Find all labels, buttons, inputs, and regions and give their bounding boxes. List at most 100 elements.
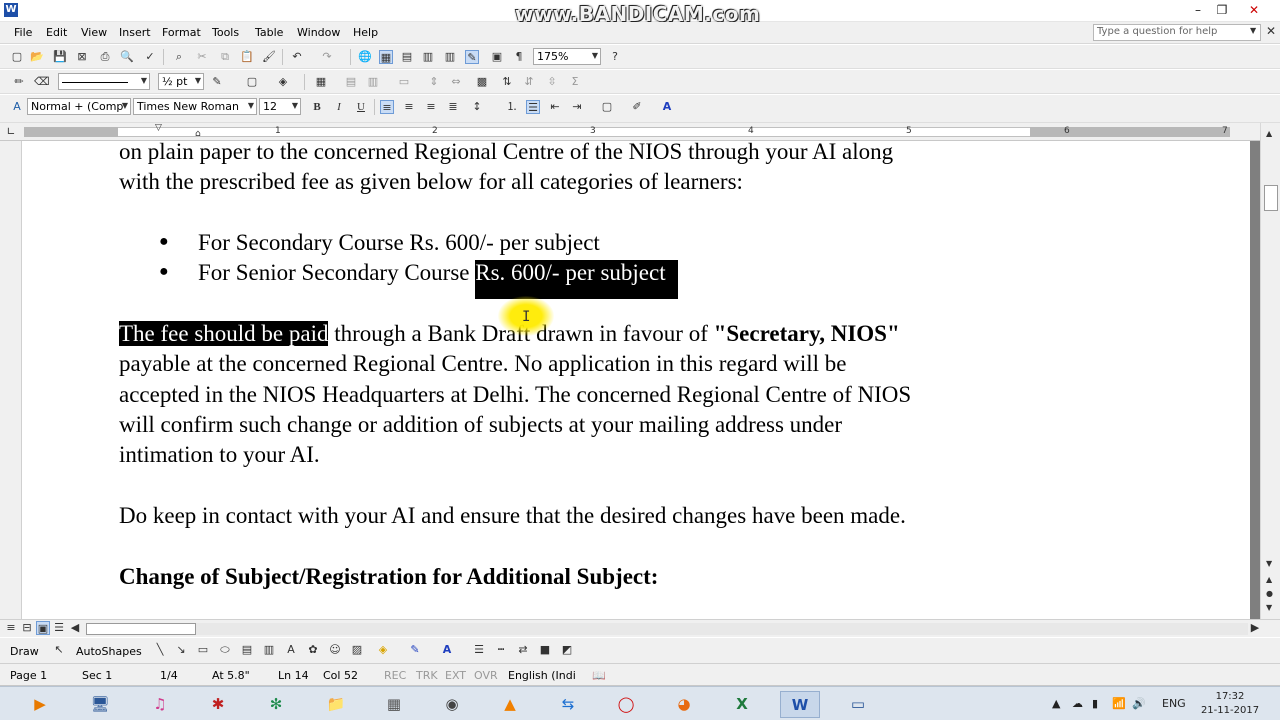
bold-icon[interactable]: B (310, 100, 324, 114)
tray-chevron-icon[interactable]: ▲ (1052, 697, 1060, 710)
line-style-select[interactable]: ▼ (58, 73, 150, 90)
justify-icon[interactable]: ≣ (446, 100, 460, 114)
computer-icon[interactable]: 🖥 (80, 691, 120, 718)
font-color-icon[interactable]: A (440, 643, 454, 657)
word-app-icon[interactable]: W (4, 3, 18, 17)
dash-style-icon[interactable]: ┅ (494, 643, 508, 657)
menu-table[interactable]: Table (255, 26, 283, 39)
picture-icon[interactable]: ▨ (350, 643, 364, 657)
battery-icon[interactable]: ▮ (1092, 697, 1098, 710)
clock[interactable]: 17:32 21-11-2017 (1200, 690, 1260, 718)
text-box-icon[interactable]: ▤ (240, 643, 254, 657)
scroll-right-icon[interactable]: ▶ (1248, 621, 1262, 635)
arrow-style-icon[interactable]: ⇄ (516, 643, 530, 657)
hanging-indent-icon[interactable]: ⌂ (195, 129, 201, 139)
status-rec[interactable]: REC (384, 669, 406, 682)
hyperlink-icon[interactable]: 🌐 (358, 50, 372, 64)
horizontal-scrollbar[interactable]: ≡ ⊟ ▣ ☰ ◀ ▶ (0, 619, 1280, 637)
change-text-direction-icon[interactable]: ⇅ (500, 75, 514, 89)
vertical-text-box-icon[interactable]: ▥ (262, 643, 276, 657)
media-icon[interactable]: ◉ (432, 691, 472, 718)
menu-window[interactable]: Window (297, 26, 340, 39)
restore-button[interactable]: ❐ (1208, 0, 1236, 20)
app-icon-green[interactable]: ✻ (256, 691, 296, 718)
save-icon[interactable]: 💾 (53, 50, 67, 64)
close-button[interactable]: ✕ (1240, 0, 1268, 20)
drawing-icon[interactable]: ✎ (465, 50, 479, 64)
help-dropdown-icon[interactable]: ▼ (1250, 26, 1256, 35)
scrollbar-thumb[interactable] (1264, 185, 1278, 211)
folder-icon[interactable]: 📁 (316, 691, 356, 718)
insert-table-dropdown-icon[interactable]: ▦ (314, 75, 328, 89)
excel-icon[interactable]: X (722, 691, 762, 718)
italic-icon[interactable]: I (332, 100, 346, 114)
menu-tools[interactable]: Tools (212, 26, 239, 39)
document-close-icon[interactable]: ✕ (1266, 24, 1276, 38)
firefox-icon[interactable]: ◕ (664, 691, 704, 718)
vertical-scrollbar[interactable]: ▲ ▼ ▲ ● ▼ (1260, 123, 1280, 619)
border-color-icon[interactable]: ✎ (210, 75, 224, 89)
menu-format[interactable]: Format (162, 26, 201, 39)
font-size-select[interactable]: 12 ▼ (259, 98, 301, 115)
menu-edit[interactable]: Edit (46, 26, 67, 39)
scrollbar-track[interactable] (86, 623, 1248, 635)
format-painter-icon[interactable]: 🖌 (262, 50, 276, 64)
spelling-icon[interactable]: ✓ (143, 50, 157, 64)
borders-icon[interactable]: ▢ (245, 75, 259, 89)
document-area[interactable]: on plain paper to the concerned Regional… (22, 141, 1260, 619)
table-autoformat-icon[interactable]: ▩ (475, 75, 489, 89)
styles-formatting-icon[interactable]: A (10, 100, 24, 114)
selected-text[interactable]: The fee should be paid (119, 321, 329, 346)
permission-icon[interactable]: ⊠ (75, 50, 89, 64)
underline-icon[interactable]: U (354, 100, 368, 114)
menu-insert[interactable]: Insert (119, 26, 151, 39)
align-center-icon[interactable]: ≡ (402, 100, 416, 114)
status-ext[interactable]: EXT (445, 669, 466, 682)
window-app-icon[interactable]: ▭ (838, 691, 878, 718)
print-preview-icon[interactable]: 🔍 (120, 50, 134, 64)
eraser-icon[interactable]: ⌫ (34, 75, 50, 89)
web-layout-icon[interactable]: ⊟ (20, 621, 34, 635)
arrow-icon[interactable]: ↘ (174, 643, 188, 657)
horizontal-ruler[interactable]: ∟ ▽ ⌂ 1 2 3 4 5 6 7 (0, 123, 1280, 141)
merge-cells-icon[interactable]: ▤ (344, 75, 358, 89)
tray-app-icon[interactable]: ☁ (1072, 697, 1083, 710)
tab-selector-icon[interactable]: ∟ (4, 125, 18, 139)
menu-help[interactable]: Help (353, 26, 378, 39)
help-icon[interactable]: ? (608, 50, 622, 64)
distribute-columns-icon[interactable]: ⇔ (449, 75, 463, 89)
highlight-icon[interactable]: ✐ (630, 100, 644, 114)
opera-icon[interactable]: ◯ (606, 691, 646, 718)
cut-icon[interactable]: ✂ (195, 50, 209, 64)
columns-icon[interactable]: ▥ (443, 50, 457, 64)
align-right-icon[interactable]: ≡ (424, 100, 438, 114)
paste-icon[interactable]: 📋 (240, 50, 254, 64)
next-page-icon[interactable]: ▼ (1266, 603, 1272, 612)
select-objects-icon[interactable]: ↖ (52, 643, 66, 657)
previous-page-icon[interactable]: ▲ (1266, 575, 1272, 584)
3d-style-icon[interactable]: ◩ (560, 643, 574, 657)
align-left-icon[interactable]: ≡ (380, 100, 394, 114)
align-icon[interactable]: ▭ (397, 75, 411, 89)
insert-table-icon[interactable]: ▤ (400, 50, 414, 64)
word-taskbar-icon[interactable]: W (780, 691, 820, 718)
outside-border-icon[interactable]: ▢ (600, 100, 614, 114)
autoshapes-button[interactable]: AutoShapes (76, 645, 142, 658)
teamviewer-icon[interactable]: ⇆ (548, 691, 588, 718)
scroll-left-icon[interactable]: ◀ (68, 621, 82, 635)
sort-icon[interactable]: ⇵ (522, 75, 536, 89)
vlc-icon[interactable]: ▲ (490, 691, 530, 718)
redo-icon[interactable]: ↷ (320, 50, 334, 64)
itunes-icon[interactable]: ♫ (140, 691, 180, 718)
sort-descending-icon[interactable]: ⇳ (545, 75, 559, 89)
language-indicator[interactable]: ENG (1162, 697, 1186, 710)
office-app-icon[interactable]: ▦ (374, 691, 414, 718)
print-layout-icon[interactable]: ▣ (36, 621, 50, 635)
rectangle-icon[interactable]: ▭ (196, 643, 210, 657)
new-document-icon[interactable]: ▢ (10, 50, 24, 64)
undo-icon[interactable]: ↶ (290, 50, 304, 64)
status-trk[interactable]: TRK (416, 669, 438, 682)
menu-file[interactable]: File (14, 26, 32, 39)
font-select[interactable]: Times New Roman ▼ (133, 98, 257, 115)
font-color-icon[interactable]: A (660, 100, 674, 114)
